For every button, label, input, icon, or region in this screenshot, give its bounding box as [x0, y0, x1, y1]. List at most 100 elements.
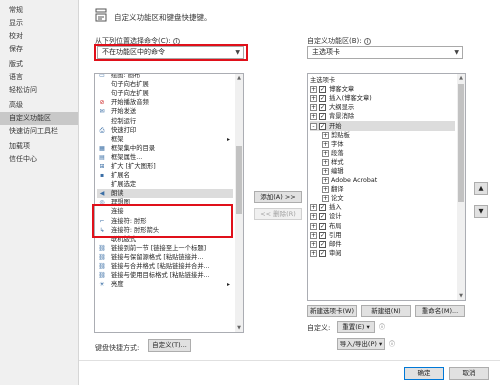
ribbon-tree-item[interactable]: + 剪贴板: [310, 131, 455, 140]
checkbox[interactable]: ✓: [319, 104, 326, 112]
nav-item-10[interactable]: 加载项: [0, 140, 78, 153]
scroll-up-icon[interactable]: ▲: [235, 75, 243, 81]
checkbox[interactable]: ✓: [319, 249, 326, 257]
nav-item-7[interactable]: 高级: [0, 99, 78, 112]
expand-icon[interactable]: +: [310, 104, 317, 112]
ok-button[interactable]: 确定: [404, 367, 444, 380]
remove-button[interactable]: << 删除(R): [254, 208, 302, 220]
command-item[interactable]: ▭ 绘图: 画布: [97, 74, 233, 80]
expand-icon[interactable]: +: [310, 213, 317, 221]
ribbon-tree-item[interactable]: + ✓ 博客文章: [310, 85, 455, 94]
ribbon-tree-item[interactable]: + ✓ 审阅: [310, 249, 455, 258]
scroll-down-icon[interactable]: ▼: [457, 293, 465, 299]
nav-item-2[interactable]: 校对: [0, 30, 78, 43]
nav-item-3[interactable]: 保存: [0, 43, 78, 56]
collapse-icon[interactable]: -: [310, 122, 317, 130]
command-item[interactable]: ⛓ 链接到前一节 [链接至上一个标题]: [97, 244, 233, 253]
checkbox[interactable]: ✓: [319, 113, 326, 121]
ribbon-tree-item[interactable]: + ✓ 引用: [310, 231, 455, 240]
command-item[interactable]: ☀ 亮度 ▸: [97, 280, 233, 289]
ribbon-tree-item[interactable]: + 论文: [310, 194, 455, 203]
move-down-button[interactable]: ▼: [474, 205, 488, 218]
reset-button[interactable]: 重置(E) ▾: [337, 321, 375, 333]
ribbon-tree-item[interactable]: - ✓ 开始: [310, 121, 455, 131]
ribbon-tree-item[interactable]: + ✓ 大纲显示: [310, 103, 455, 112]
expand-icon[interactable]: +: [310, 86, 317, 94]
ribbon-tree-item[interactable]: 主选项卡: [310, 76, 455, 85]
ribbon-tree-item[interactable]: + ✓ 邮件: [310, 240, 455, 249]
cancel-button[interactable]: 取消: [449, 367, 489, 380]
customize-keyboard-button[interactable]: 自定义(T)...: [148, 339, 191, 352]
command-item[interactable]: ✉ 开始发送: [97, 107, 233, 116]
scroll-up-icon[interactable]: ▲: [457, 75, 465, 81]
checkbox[interactable]: ✓: [319, 240, 326, 248]
command-item[interactable]: 句子向右扩展: [97, 80, 233, 89]
expand-icon[interactable]: +: [322, 167, 329, 175]
expand-icon[interactable]: +: [322, 140, 329, 148]
ribbon-tree[interactable]: 主选项卡 + ✓ 博客文章 + ✓ 插入(博客文章) + ✓ 大纲显示 + ✓ 背景消除 - ✓ 开始 + 剪贴板…: [307, 73, 466, 301]
command-item[interactable]: ▪ 扩展名: [97, 171, 233, 180]
expand-icon[interactable]: +: [310, 113, 317, 121]
nav-item-6[interactable]: 轻松访问: [0, 84, 78, 97]
rename-button[interactable]: 重命名(M)...: [415, 305, 465, 317]
command-item[interactable]: ⛓ 链接与保留源格式 [粘贴链接并...: [97, 253, 233, 262]
command-item[interactable]: ▦ 框架集中的目录: [97, 144, 233, 153]
expand-icon[interactable]: +: [322, 131, 329, 139]
scroll-down-icon[interactable]: ▼: [235, 325, 243, 331]
expand-icon[interactable]: +: [322, 195, 329, 203]
expand-icon[interactable]: +: [310, 231, 317, 239]
ribbon-tree-item[interactable]: + ✓ 布局: [310, 222, 455, 231]
checkbox[interactable]: ✓: [319, 95, 326, 103]
ribbon-tree-item[interactable]: + ✓ 背景消除: [310, 112, 455, 121]
ribbon-tree-item[interactable]: + ✓ 插入(博客文章): [310, 94, 455, 103]
command-item[interactable]: 句子向左扩展: [97, 89, 233, 98]
command-item[interactable]: ⛓ 链接与合并格式 [粘贴链接并合并...: [97, 262, 233, 271]
ribbon-tree-item[interactable]: + 字体: [310, 140, 455, 149]
ribbon-tree-item[interactable]: + 样式: [310, 158, 455, 167]
expand-icon[interactable]: +: [322, 186, 329, 194]
command-item[interactable]: 控制运行: [97, 116, 233, 125]
commands-list[interactable]: ▭ 绘图: 画布 句子向右扩展 句子向左扩展 ⊘ 开始播放音频 ✉ 开始发送 控制运行 ⎙ 快速打印…: [94, 73, 244, 333]
nav-item-0[interactable]: 常规: [0, 4, 78, 17]
move-up-button[interactable]: ▲: [474, 182, 488, 195]
new-tab-button[interactable]: 新建选项卡(W): [307, 305, 357, 317]
new-group-button[interactable]: 新建组(N): [361, 305, 411, 317]
import-export-button[interactable]: 导入/导出(P) ▾: [337, 338, 385, 350]
commands-scrollbar[interactable]: ▲ ▼: [235, 74, 243, 332]
ribbon-tree-item[interactable]: + ✓ 设计: [310, 212, 455, 221]
expand-icon[interactable]: +: [310, 249, 317, 257]
expand-icon[interactable]: +: [310, 222, 317, 230]
checkbox[interactable]: ✓: [319, 204, 326, 212]
expand-icon[interactable]: +: [310, 95, 317, 103]
ribbon-tree-item[interactable]: + ✓ 插入: [310, 203, 455, 212]
command-item[interactable]: ⛓ 链接与使用目标格式 [粘贴链接并...: [97, 271, 233, 280]
checkbox[interactable]: ✓: [319, 86, 326, 94]
nav-item-11[interactable]: 信任中心: [0, 153, 78, 166]
expand-icon[interactable]: +: [322, 149, 329, 157]
scroll-thumb[interactable]: [236, 146, 242, 214]
command-item[interactable]: 框架 ▸: [97, 135, 233, 144]
checkbox[interactable]: ✓: [319, 222, 326, 230]
nav-item-9[interactable]: 快速访问工具栏: [0, 125, 78, 138]
command-item[interactable]: ◀ 朗读: [97, 189, 233, 199]
expand-icon[interactable]: +: [322, 177, 329, 185]
ribbon-tree-item[interactable]: + 段落: [310, 149, 455, 158]
scroll-thumb[interactable]: [458, 84, 464, 202]
ribbon-tree-item[interactable]: + Adobe Acrobat: [310, 176, 455, 185]
command-item[interactable]: ⊘ 开始播放音频: [97, 98, 233, 107]
command-item[interactable]: 扩展选定: [97, 180, 233, 189]
expand-icon[interactable]: +: [310, 204, 317, 212]
command-item[interactable]: ⎙ 快速打印: [97, 126, 233, 135]
command-item[interactable]: ⊞ 扩大 [扩大图形]: [97, 162, 233, 171]
checkbox[interactable]: ✓: [319, 213, 326, 221]
nav-item-5[interactable]: 语言: [0, 71, 78, 84]
ribbon-tree-item[interactable]: + 编辑: [310, 167, 455, 176]
ribbon-tabs-dropdown[interactable]: 主选项卡 ▼: [307, 46, 463, 59]
expand-icon[interactable]: +: [310, 240, 317, 248]
add-button[interactable]: 添加(A) >>: [254, 191, 302, 203]
command-item[interactable]: ▤ 框架属性...: [97, 153, 233, 162]
checkbox[interactable]: ✓: [319, 122, 326, 130]
ribbon-tree-item[interactable]: + 翻译: [310, 185, 455, 194]
nav-item-8[interactable]: 自定义功能区: [0, 112, 78, 125]
nav-item-4[interactable]: 版式: [0, 58, 78, 71]
